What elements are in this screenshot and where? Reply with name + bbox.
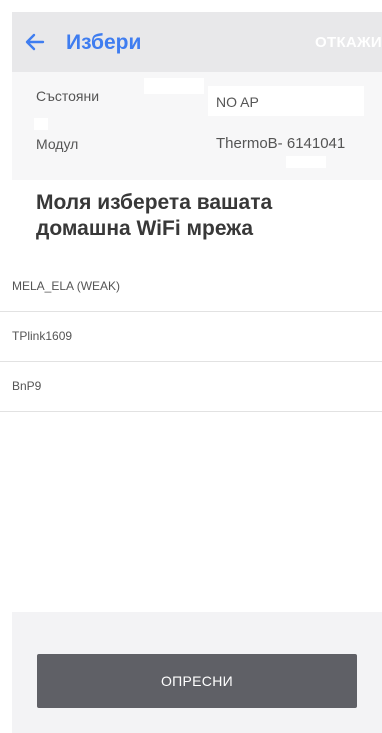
status-label: Състояни xyxy=(36,88,100,104)
network-ssid: TPlink1609 xyxy=(12,329,73,343)
module-label: Модул xyxy=(36,136,79,152)
redaction-mask xyxy=(286,156,326,168)
refresh-button[interactable]: ОПРЕСНИ xyxy=(37,654,357,708)
redaction-mask xyxy=(144,78,204,94)
select-network-heading: Моля изберета вашата домашна WiFi мрежа xyxy=(36,190,356,242)
cancel-button[interactable]: ОТКАЖИ xyxy=(315,33,382,53)
status-value: NO AP xyxy=(216,94,259,110)
bottom-bar: ОПРЕСНИ xyxy=(12,612,382,733)
redaction-mask xyxy=(34,118,48,130)
network-ssid: BnP9 xyxy=(12,379,42,393)
refresh-button-label: ОПРЕСНИ xyxy=(160,673,233,689)
wifi-network-list: MELA_ELA (WEAK) TPlink1609 BnP9 xyxy=(0,262,382,412)
device-info-panel: Състояни NO AP Модул ThermoB- 6141041 xyxy=(12,72,382,180)
app-header: Избери ОТКАЖИ xyxy=(12,12,382,72)
network-ssid: MELA_ELA (WEAK) xyxy=(12,279,121,293)
heading-line-2: домашна WiFi мрежа xyxy=(36,217,254,240)
module-value: ThermoB- 6141041 xyxy=(216,135,346,152)
arrow-left-icon xyxy=(25,33,45,51)
back-button[interactable] xyxy=(21,28,49,56)
network-item[interactable]: BnP9 xyxy=(0,362,382,412)
network-item[interactable]: TPlink1609 xyxy=(0,312,382,362)
page-title: Избери xyxy=(66,31,142,54)
network-item[interactable]: MELA_ELA (WEAK) xyxy=(0,262,382,312)
heading-line-1: Моля изберета вашата xyxy=(36,191,273,214)
